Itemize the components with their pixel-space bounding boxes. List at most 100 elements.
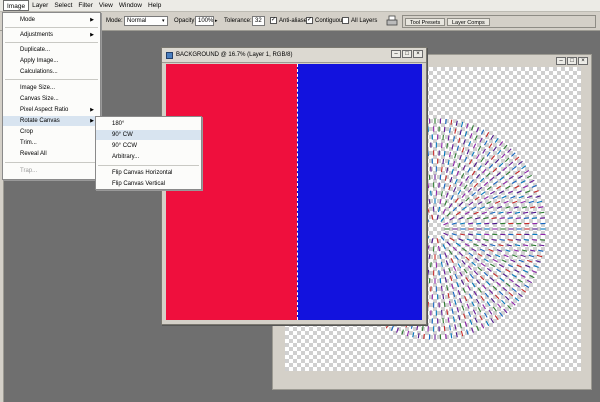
menu-help[interactable]: Help bbox=[145, 0, 164, 11]
printer-icon[interactable] bbox=[386, 15, 398, 27]
sunburst-stroke bbox=[456, 307, 460, 313]
chevron-right-icon[interactable]: ▸ bbox=[215, 16, 218, 26]
minimize-icon[interactable]: – bbox=[391, 50, 401, 58]
sunburst-stroke bbox=[539, 244, 545, 247]
menu-separator bbox=[98, 165, 199, 166]
sunburst-stroke bbox=[474, 257, 480, 262]
menu-item-rotate-180[interactable]: 180° bbox=[96, 119, 201, 129]
sunburst-stroke bbox=[521, 249, 528, 252]
all-layers-checkbox[interactable] bbox=[342, 17, 349, 24]
sunburst-stroke bbox=[523, 217, 529, 219]
menu-item-rotate-90-cw[interactable]: 90° CW bbox=[96, 130, 201, 140]
sunburst-stroke bbox=[471, 261, 476, 266]
menu-item-trim[interactable]: Trim... bbox=[3, 138, 100, 148]
antialiased-checkbox[interactable]: ✓ bbox=[270, 17, 277, 24]
sunburst-stroke bbox=[498, 211, 504, 214]
menu-layer[interactable]: Layer bbox=[29, 0, 51, 11]
sunburst-stroke bbox=[488, 143, 493, 149]
sunburst-stroke bbox=[511, 180, 517, 184]
sunburst-stroke bbox=[523, 239, 529, 241]
menu-item-calculations[interactable]: Calculations... bbox=[3, 67, 100, 77]
sunburst-stroke bbox=[484, 233, 490, 236]
sunburst-stroke bbox=[486, 201, 492, 205]
sunburst-stroke bbox=[515, 238, 521, 241]
sunburst-stroke bbox=[483, 238, 489, 241]
sunburst-stroke bbox=[454, 273, 458, 280]
sunburst-stroke bbox=[536, 254, 543, 258]
sunburst-stroke bbox=[461, 247, 467, 252]
sunburst-stroke bbox=[471, 151, 475, 157]
menu-bar: Image Layer Select Filter View Window He… bbox=[0, 0, 600, 12]
sunburst-stroke bbox=[477, 253, 483, 257]
close-icon[interactable]: × bbox=[413, 50, 423, 58]
sunburst-stroke bbox=[451, 222, 457, 225]
menu-filter[interactable]: Filter bbox=[75, 0, 95, 11]
sunburst-stroke bbox=[459, 222, 466, 225]
sunburst-stroke bbox=[458, 201, 464, 207]
maximize-icon[interactable]: □ bbox=[402, 50, 412, 58]
sunburst-stroke bbox=[510, 195, 516, 199]
sunburst-stroke bbox=[454, 255, 459, 261]
sunburst-stroke bbox=[396, 327, 399, 333]
sunburst-stroke bbox=[464, 156, 468, 163]
menu-item-canvas-size[interactable]: Canvas Size... bbox=[3, 94, 100, 104]
close-icon[interactable]: × bbox=[578, 57, 588, 65]
sunburst-stroke bbox=[471, 248, 477, 252]
opacity-input[interactable]: 100% bbox=[195, 16, 214, 26]
sunburst-stroke bbox=[490, 134, 494, 140]
sunburst-stroke bbox=[479, 206, 486, 210]
chevron-down-icon[interactable]: ▾ bbox=[162, 16, 165, 26]
sunburst-stroke bbox=[449, 237, 455, 242]
tolerance-input[interactable]: 32 bbox=[252, 16, 265, 26]
sunburst-stroke bbox=[449, 216, 455, 221]
sunburst-stroke bbox=[446, 212, 451, 217]
menu-item-flip-horizontal[interactable]: Flip Canvas Horizontal bbox=[96, 168, 201, 178]
menu-item-pixel-aspect-ratio[interactable]: Pixel Aspect Ratio ▶ bbox=[3, 105, 100, 115]
menu-item-image-size[interactable]: Image Size... bbox=[3, 83, 100, 93]
sunburst-stroke bbox=[531, 184, 537, 188]
opacity-label: Opacity: bbox=[174, 18, 197, 24]
sunburst-stroke bbox=[459, 233, 466, 236]
red-fill-region[interactable] bbox=[166, 64, 297, 320]
sunburst-stroke bbox=[488, 164, 494, 169]
menu-item-mode[interactable]: Mode ▶ bbox=[3, 15, 100, 25]
tab-tool-presets[interactable]: Tool Presets bbox=[405, 18, 446, 26]
minimize-icon[interactable]: – bbox=[556, 57, 566, 65]
maximize-icon[interactable]: □ bbox=[567, 57, 577, 65]
sunburst-stroke bbox=[496, 185, 502, 190]
menu-item-crop[interactable]: Crop bbox=[3, 127, 100, 137]
menu-item-reveal-all[interactable]: Reveal All bbox=[3, 149, 100, 159]
sunburst-stroke bbox=[454, 299, 457, 305]
background-document-scrollbar[interactable] bbox=[273, 371, 591, 389]
menu-window[interactable]: Window bbox=[116, 0, 145, 11]
menu-item-flip-vertical[interactable]: Flip Canvas Vertical bbox=[96, 179, 201, 189]
menu-item-label: Pixel Aspect Ratio bbox=[20, 107, 69, 113]
sunburst-stroke bbox=[480, 323, 485, 329]
menu-item-arbitrary[interactable]: Arbitrary... bbox=[96, 152, 201, 162]
sunburst-stroke bbox=[458, 238, 464, 242]
blue-fill-region[interactable] bbox=[297, 64, 422, 320]
sunburst-stroke bbox=[507, 190, 514, 194]
sunburst-stroke bbox=[448, 300, 452, 307]
tab-layer-comps[interactable]: Layer Comps bbox=[447, 18, 490, 26]
sunburst-stroke bbox=[448, 267, 452, 274]
document-titlebar[interactable]: BACKGROUND @ 16.7% (Layer 1, RGB/8) – □ … bbox=[162, 48, 426, 63]
sunburst-stroke bbox=[507, 264, 514, 268]
menu-select[interactable]: Select bbox=[51, 0, 75, 11]
sunburst-stroke bbox=[507, 148, 512, 153]
sunburst-stroke bbox=[452, 291, 456, 297]
menu-image[interactable]: Image bbox=[3, 0, 30, 11]
menu-item-rotate-canvas[interactable]: Rotate Canvas ▶ bbox=[3, 116, 100, 126]
menu-item-rotate-90-ccw[interactable]: 90° CCW bbox=[96, 141, 201, 151]
menu-item-apply-image[interactable]: Apply Image... bbox=[3, 56, 100, 66]
menu-view[interactable]: View bbox=[96, 0, 116, 11]
contiguous-checkbox[interactable]: ✓ bbox=[306, 17, 313, 24]
sunburst-stroke bbox=[452, 316, 456, 322]
sunburst-stroke bbox=[510, 259, 516, 263]
sunburst-stroke bbox=[465, 175, 470, 181]
menu-item-adjustments[interactable]: Adjustments ▶ bbox=[3, 30, 100, 40]
sunburst-stroke bbox=[401, 329, 404, 335]
sunburst-stroke bbox=[513, 206, 519, 209]
sunburst-stroke bbox=[454, 153, 457, 159]
menu-item-duplicate[interactable]: Duplicate... bbox=[3, 45, 100, 55]
